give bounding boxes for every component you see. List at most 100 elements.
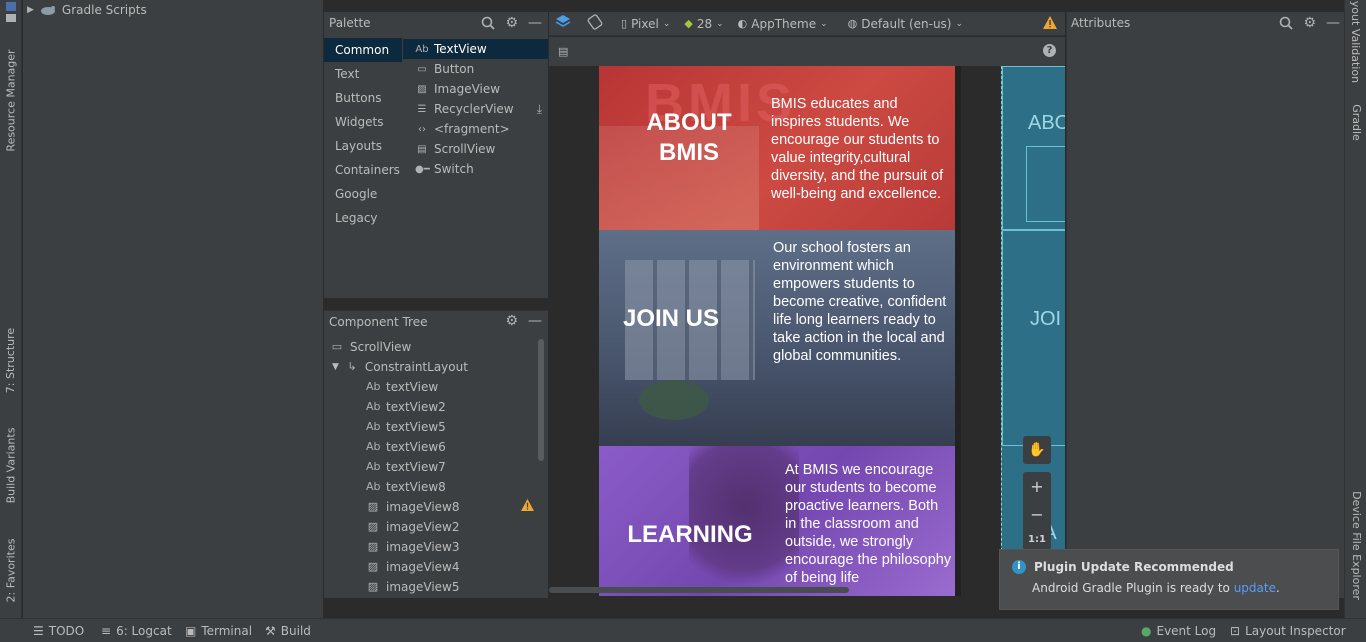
tree-node-imageview2[interactable]: ▨ imageView2 [330, 517, 538, 537]
canvas-hscrollbar[interactable] [549, 587, 849, 593]
tree-node-scrollview[interactable]: ▭ ScrollView [330, 337, 538, 357]
device-selector[interactable]: ▯ Pixel ⌄ [621, 17, 670, 31]
tree-node-textview5[interactable]: Ab textView5 [330, 417, 538, 437]
theme-selector[interactable]: ◐ AppTheme ⌄ [738, 17, 828, 31]
tree-node-constraintlayout[interactable]: ▼ ↳ ConstraintLayout [330, 357, 538, 377]
tree-node-imageview8[interactable]: ▨ imageView8 [330, 497, 538, 517]
zoom-in-icon[interactable]: + [1030, 477, 1043, 496]
bottom-tool-bar: ☰ TODO ≡ 6: Logcat ▣ Terminal ⚒ Build ● Event… [0, 618, 1366, 642]
chevron-down-icon: ⌄ [662, 18, 671, 29]
constraint-layout-icon: ↳ [347, 360, 357, 373]
structure-tab[interactable]: 7: Structure [0, 325, 22, 395]
text-icon: Ab [366, 440, 381, 453]
palette-category-legacy[interactable]: Legacy [324, 206, 402, 230]
logcat-tab[interactable]: ≡ 6: Logcat [101, 624, 172, 638]
folder-icon [6, 2, 16, 22]
terminal-icon: ▣ [185, 624, 197, 638]
text-icon: Ab [366, 380, 381, 393]
tree-node-textview[interactable]: Ab textView [330, 377, 538, 397]
device-frame-icon[interactable]: ▤ [558, 45, 568, 58]
gradle-tab[interactable]: Gradle [1345, 95, 1366, 150]
palette-item-button[interactable]: ▭ Button [403, 59, 548, 79]
blueprint-section [1002, 230, 1065, 446]
palette-category-widgets[interactable]: Widgets [324, 110, 402, 134]
build-tab[interactable]: ⚒ Build [265, 624, 311, 638]
image-icon: ▨ [367, 560, 379, 573]
expand-arrow-icon[interactable]: ▼ [332, 357, 339, 377]
palette-category-containers[interactable]: Containers [324, 158, 402, 182]
search-icon[interactable] [481, 16, 496, 33]
code-icon: ‹› [418, 123, 426, 135]
help-icon[interactable]: ? [1043, 44, 1056, 57]
blueprint-text-box [1026, 146, 1065, 222]
button-icon: ▭ [417, 63, 427, 75]
text-icon: Ab [366, 480, 381, 493]
zoom-reset-button[interactable]: 1:1 [1028, 534, 1046, 545]
image-icon: ▨ [417, 83, 427, 95]
tree-node-textview7[interactable]: Ab textView7 [330, 457, 538, 477]
search-icon[interactable] [1279, 16, 1294, 33]
palette-category-common[interactable]: Common [324, 38, 402, 62]
gear-icon[interactable]: ⚙ [1303, 16, 1316, 33]
tree-item-gradle-scripts[interactable]: ▶ Gradle Scripts [27, 3, 147, 17]
warning-icon[interactable] [1043, 16, 1057, 32]
palette-item-fragment[interactable]: ‹› <fragment> [403, 119, 548, 139]
event-log-tab[interactable]: ● Event Log [1141, 624, 1216, 638]
api-selector[interactable]: ◆ 28 ⌄ [684, 17, 723, 31]
minimize-icon[interactable]: — [528, 16, 542, 33]
update-link[interactable]: update [1234, 581, 1276, 595]
tree-scrollbar[interactable] [538, 339, 544, 461]
plugin-update-notification[interactable]: i Plugin Update Recommended Android Grad… [999, 549, 1339, 610]
build-variants-tab[interactable]: Build Variants [0, 420, 22, 510]
download-icon[interactable]: ⤓ [537, 99, 542, 119]
inspector-icon: ⊡ [1230, 624, 1241, 638]
tree-node-imageview3[interactable]: ▨ imageView3 [330, 537, 538, 557]
text-icon: Ab [366, 420, 381, 433]
layers-icon[interactable] [555, 14, 573, 33]
expand-arrow-icon[interactable]: ▶ [27, 5, 34, 15]
device-file-explorer-tab[interactable]: Device File Explorer [1345, 490, 1366, 600]
beanbag-image [639, 380, 709, 420]
palette-item-switch[interactable]: ●━ Switch [403, 159, 548, 179]
palette-category-buttons[interactable]: Buttons [324, 86, 402, 110]
join-text: Our school fosters an environment which … [773, 240, 947, 364]
warning-icon[interactable] [521, 497, 534, 517]
favorites-tab[interactable]: 2: Favorites [0, 535, 22, 605]
tree-node-imageview5[interactable]: ▨ imageView5 [330, 577, 538, 597]
palette-category-layouts[interactable]: Layouts [324, 134, 402, 158]
resource-manager-tab[interactable]: Resource Manager [0, 49, 22, 151]
list-icon: ☰ [417, 103, 427, 115]
palette-item-recyclerview[interactable]: ☰ RecyclerView ⤓ [403, 99, 548, 119]
rotate-icon[interactable] [587, 14, 605, 33]
switch-icon: ●━ [415, 163, 430, 175]
layout-validation-tab[interactable]: Layout Validation [1345, 0, 1366, 83]
minimize-icon[interactable]: — [1326, 16, 1340, 33]
zoom-out-icon[interactable]: − [1030, 505, 1043, 524]
tree-node-textview8[interactable]: Ab textView8 [330, 477, 538, 497]
palette-item-scrollview[interactable]: ▤ ScrollView [403, 139, 548, 159]
zoom-controls: + − 1:1 [1023, 472, 1051, 550]
todo-tab[interactable]: ☰ TODO [33, 624, 84, 638]
palette-category-text[interactable]: Text [324, 62, 402, 86]
design-canvas[interactable]: BMIS ABOUT BMIS BMIS educates and inspir… [549, 66, 1065, 596]
palette-item-imageview[interactable]: ▨ ImageView [403, 79, 548, 99]
terminal-tab[interactable]: ▣ Terminal [185, 624, 252, 638]
locale-selector[interactable]: ◍ Default (en-us) ⌄ [848, 17, 963, 31]
palette-panel: Palette ⚙ — Common Text Buttons Widgets Layo… [324, 12, 548, 298]
image-icon: ▨ [367, 540, 379, 553]
tree-node-imageview4[interactable]: ▨ imageView4 [330, 557, 538, 577]
list-icon: ☰ [33, 624, 44, 638]
tree-node-textview6[interactable]: Ab textView6 [330, 437, 538, 457]
gear-icon[interactable]: ⚙ [505, 314, 518, 328]
palette-item-textview[interactable]: Ab TextView [403, 39, 548, 59]
layout-inspector-tab[interactable]: ⊡ Layout Inspector [1230, 624, 1346, 638]
project-tab[interactable] [4, 2, 18, 24]
minimize-icon[interactable]: — [528, 314, 542, 328]
globe-icon: ◍ [847, 17, 858, 30]
notification-body: Android Gradle Plugin is ready to update… [1032, 581, 1280, 595]
gear-icon[interactable]: ⚙ [505, 16, 518, 33]
tree-node-textview2[interactable]: Ab textView2 [330, 397, 538, 417]
pan-hand-icon[interactable]: ✋ [1023, 436, 1051, 464]
palette-category-google[interactable]: Google [324, 182, 402, 206]
logcat-icon: ≡ [101, 624, 112, 638]
